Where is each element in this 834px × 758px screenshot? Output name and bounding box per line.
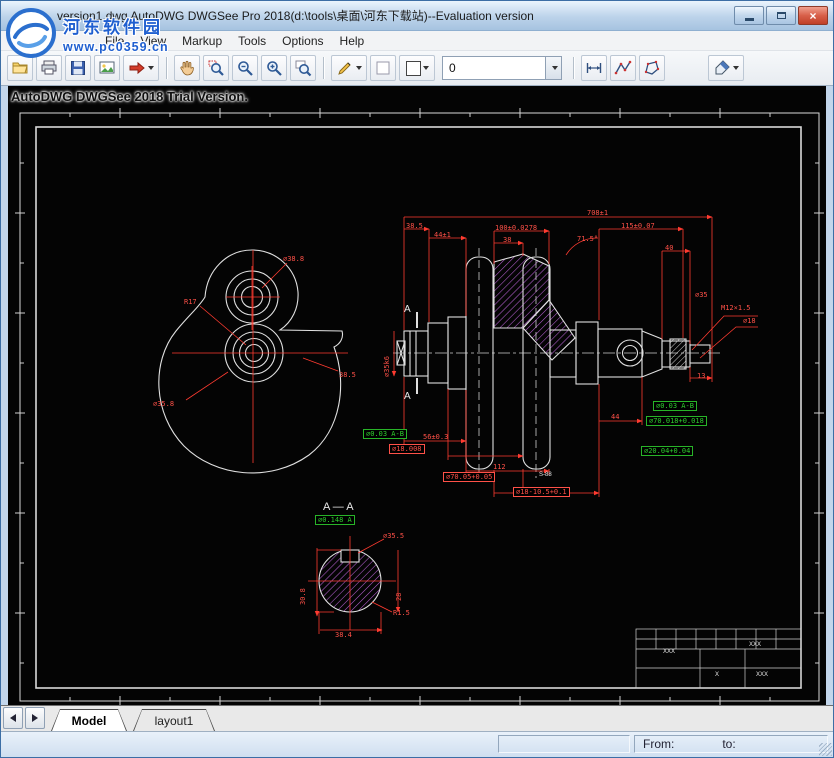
cad-drawing [8,86,826,705]
floppy-disk-icon [69,59,87,77]
hand-icon [178,59,196,77]
tab-model[interactable]: Model [51,709,127,731]
close-icon: × [809,10,816,22]
measure-area-icon [643,59,661,77]
tab-bar: Model layout1 [1,705,833,731]
tab-layout1[interactable]: layout1 [133,709,215,731]
tab-scroll-right-button[interactable] [25,707,45,729]
dropdown-arrow-icon [552,66,558,70]
measure-distance-icon [585,59,603,77]
convert-to-image-button[interactable] [94,55,120,81]
send-button[interactable] [123,55,159,81]
color-swatch-icon [406,61,421,76]
menu-item-file[interactable]: File [97,32,132,50]
dropdown-arrow-icon [356,66,362,70]
to-label: to: [722,737,735,751]
combo-dropdown-button[interactable] [545,57,561,79]
menu-item-markup[interactable]: Markup [174,32,230,50]
measure-area-button[interactable] [639,55,665,81]
close-button[interactable]: × [798,6,828,25]
window-title: version1.dwg AutoDWG DWGSee Pro 2018(d:\… [57,7,734,24]
drawing-canvas[interactable] [8,86,826,705]
tab-scroll-left-button[interactable] [3,707,23,729]
markup-pencil-button[interactable] [331,55,367,81]
menu-bar: FileViewMarkupToolsOptionsHelp [1,31,833,51]
printer-icon [40,59,58,77]
menu-item-help[interactable]: Help [332,32,373,50]
open-folder-icon [11,59,29,77]
tab-label: Model [72,714,107,728]
select-area-button[interactable] [370,55,396,81]
menu-item-view[interactable]: View [132,32,174,50]
zoom-window-button[interactable] [203,55,229,81]
zoom-window-icon [207,59,225,77]
zoom-extents-icon [294,59,312,77]
arrow-right-icon [32,714,38,722]
toolbar: 0 [1,51,833,86]
status-range-panel: From: to: [634,735,828,753]
zoom-in-button[interactable] [261,55,287,81]
dropdown-arrow-icon [423,66,429,70]
open-button[interactable] [7,55,33,81]
zoom-in-icon [265,59,283,77]
toolbar-separator [573,57,574,79]
save-button[interactable] [65,55,91,81]
minimize-button[interactable] [734,6,764,25]
status-bar: From: to: [1,731,833,757]
zoom-out-button[interactable] [232,55,258,81]
color-swatch-button[interactable] [399,55,435,81]
arrow-left-icon [10,714,16,722]
dropdown-arrow-icon [733,66,739,70]
status-panel [498,735,630,753]
menu-item-tools[interactable]: Tools [230,32,274,50]
zoom-extents-button[interactable] [290,55,316,81]
brush-button[interactable] [708,55,744,81]
image-icon [98,59,116,77]
pan-button[interactable] [174,55,200,81]
maximize-button[interactable] [766,6,796,25]
from-label: From: [643,737,674,751]
window-controls: × [734,6,828,25]
zoom-out-icon [236,59,254,77]
pencil-icon [336,59,354,77]
resize-grip[interactable] [819,743,832,756]
measure-polyline-button[interactable] [610,55,636,81]
measure-polyline-icon [614,59,632,77]
layer-combo-value: 0 [443,61,545,75]
tab-label: layout1 [155,714,194,728]
brush-icon [713,59,731,77]
dropdown-arrow-icon [148,66,154,70]
blank-box-icon [374,59,392,77]
menu-item-options[interactable]: Options [274,32,331,50]
minimize-icon [745,18,754,21]
measure-distance-button[interactable] [581,55,607,81]
title-bar[interactable]: version1.dwg AutoDWG DWGSee Pro 2018(d:\… [1,1,833,31]
toolbar-separator [166,57,167,79]
layer-combo[interactable]: 0 [442,56,562,80]
toolbar-separator [323,57,324,79]
app-window: version1.dwg AutoDWG DWGSee Pro 2018(d:\… [0,0,834,758]
print-button[interactable] [36,55,62,81]
maximize-icon [777,12,786,19]
red-arrow-icon [128,59,146,77]
